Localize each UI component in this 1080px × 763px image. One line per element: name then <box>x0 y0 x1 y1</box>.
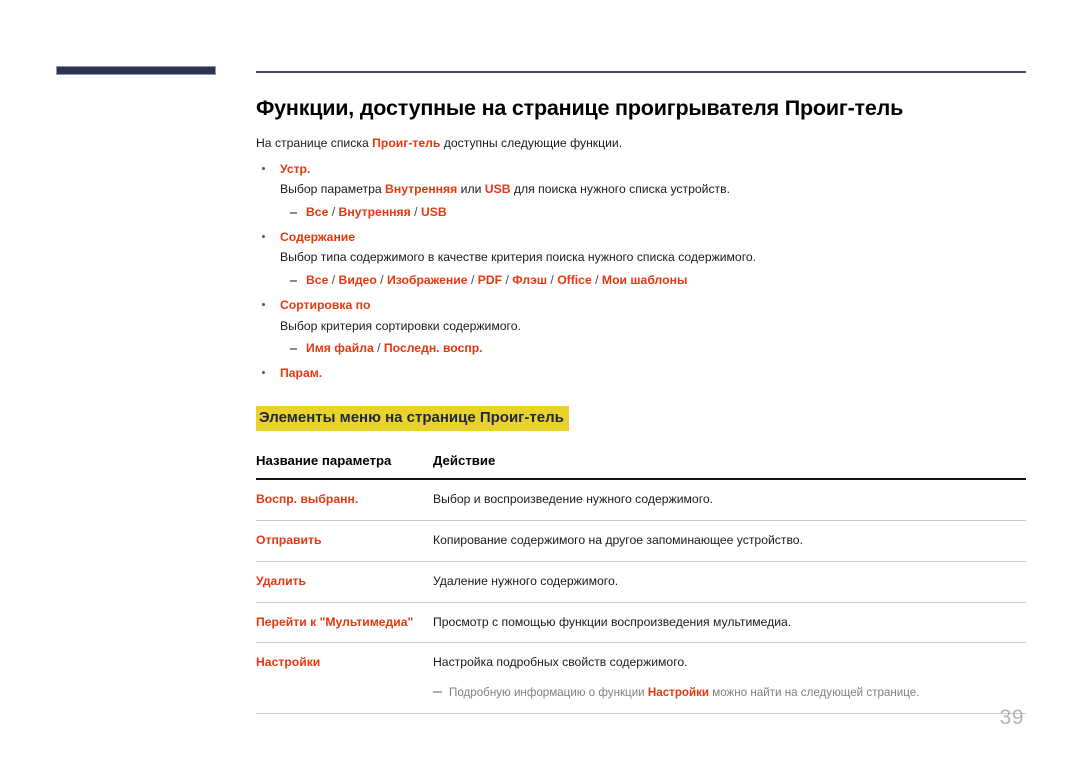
intro-text-after: доступны следующие функции. <box>440 135 623 150</box>
intro-text-before: На странице списка <box>256 135 373 150</box>
feature-name: Сортировка по <box>280 298 371 313</box>
table-cell-name: Перейти к "Мультимедиа" <box>256 602 433 644</box>
feature-name: Парам. <box>280 366 323 381</box>
list-item: Содержание Выбор типа содержимого в каче… <box>256 229 1026 289</box>
desc-highlight-2: USB <box>484 182 511 197</box>
table-cell-description: Копирование содержимого на другое запоми… <box>433 520 1026 562</box>
bullet-dot-icon <box>262 303 265 307</box>
desc-text-before: Выбор параметра <box>280 182 386 197</box>
table-header-row: Название параметра Действие <box>256 453 1026 481</box>
bullet-dot-icon <box>262 234 265 238</box>
table-row: Настройки Настройка подробных свойств со… <box>256 642 1026 714</box>
table-cell-description: Удаление нужного содержимого. <box>433 561 1026 603</box>
option-separator: / <box>547 272 558 287</box>
option-0: Имя файла <box>306 341 374 356</box>
note-highlight-term: Настройки <box>647 685 710 699</box>
menu-item-label: Удалить <box>256 573 307 588</box>
option-2: Изображение <box>386 272 468 287</box>
menu-items-table: Название параметра Действие Воспр. выбра… <box>256 453 1026 714</box>
desc-highlight-1: Внутренняя <box>385 182 458 197</box>
list-item: Устр. Выбор параметра Внутренняя или USB… <box>256 161 1026 221</box>
option-1: Видео <box>338 272 377 287</box>
page-content: Функции, доступные на странице проигрыва… <box>256 95 1026 714</box>
note-text-after: можно найти на следующей странице. <box>709 685 920 699</box>
column-header-name: Название параметра <box>256 453 433 481</box>
option-4: Флэш <box>512 272 548 287</box>
decorative-navy-bar <box>56 66 216 75</box>
feature-name: Устр. <box>280 161 311 176</box>
table-row: Отправить Копирование содержимого на дру… <box>256 520 1026 562</box>
menu-item-description: Копирование содержимого на другое запоми… <box>433 533 803 548</box>
menu-item-note: Подробную информацию о функции Настройки… <box>433 685 1026 702</box>
header-divider-rule <box>256 71 1026 73</box>
option-2: USB <box>420 204 447 219</box>
page-number: 39 <box>999 706 1024 729</box>
option-separator: / <box>376 272 387 287</box>
note-dash-icon <box>433 690 442 693</box>
dash-marker-icon <box>290 211 297 214</box>
menu-item-label: Отправить <box>256 533 322 548</box>
dash-marker-icon <box>290 279 297 282</box>
menu-item-label: Перейти к "Мультимедиа" <box>256 614 414 629</box>
table-cell-description: Настройка подробных свойств содержимого.… <box>433 642 1026 714</box>
document-page: Функции, доступные на странице проигрыва… <box>0 0 1080 763</box>
option-0: Все <box>306 272 329 287</box>
intro-paragraph: На странице списка Проиг-тель доступны с… <box>256 135 1026 153</box>
feature-list: Устр. Выбор параметра Внутренняя или USB… <box>256 161 1026 382</box>
bullet-dot-icon <box>262 166 265 170</box>
menu-item-description: Удаление нужного содержимого. <box>433 573 619 588</box>
section-heading-wrap: Элементы меню на странице Проиг-тель <box>256 405 1026 432</box>
option-separator: / <box>591 272 602 287</box>
intro-highlight-term: Проиг-тель <box>372 135 441 150</box>
dash-marker-icon <box>290 348 297 351</box>
column-header-action: Действие <box>433 453 1026 481</box>
desc-text-middle: или <box>457 182 485 197</box>
table-cell-name: Удалить <box>256 561 433 603</box>
table-cell-name: Воспр. выбранн. <box>256 479 433 522</box>
feature-options-row: Имя файла / Последн. воспр. <box>280 340 1026 357</box>
feature-name: Содержание <box>280 229 356 244</box>
menu-item-description: Выбор и воспроизведение нужного содержим… <box>433 492 714 507</box>
bullet-dot-icon <box>262 371 265 375</box>
table-cell-description: Просмотр с помощью функции воспроизведен… <box>433 602 1026 644</box>
list-item: Парам. <box>256 365 1026 381</box>
menu-item-label: Воспр. выбранн. <box>256 492 359 507</box>
menu-item-label: Настройки <box>256 655 321 670</box>
note-text-before: Подробную информацию о функции <box>449 685 648 699</box>
menu-item-description: Настройка подробных свойств содержимого. <box>433 655 688 670</box>
feature-options-row: Все / Видео / Изображение / PDF / Флэш /… <box>280 272 1026 289</box>
list-item: Сортировка по Выбор критерия сортировки … <box>256 297 1026 357</box>
table-row: Удалить Удаление нужного содержимого. <box>256 561 1026 603</box>
table-cell-description: Выбор и воспроизведение нужного содержим… <box>433 479 1026 522</box>
option-separator: / <box>502 272 513 287</box>
section-heading: Элементы меню на странице Проиг-тель <box>256 405 569 432</box>
desc-text-after: для поиска нужного списка устройств. <box>510 182 730 197</box>
option-6: Мои шаблоны <box>601 272 688 287</box>
table-cell-name: Настройки <box>256 642 433 714</box>
option-separator: / <box>373 341 384 356</box>
option-5: Office <box>557 272 592 287</box>
feature-description: Выбор критерия сортировки содержимого. <box>280 318 521 333</box>
option-separator: / <box>410 204 421 219</box>
table-row: Воспр. выбранн. Выбор и воспроизведение … <box>256 479 1026 522</box>
feature-description: Выбор параметра Внутренняя или USB для п… <box>280 181 1026 199</box>
feature-options-row: Все / Внутренняя / USB <box>280 204 1026 221</box>
option-0: Все <box>306 204 329 219</box>
table-cell-name: Отправить <box>256 520 433 562</box>
table-row: Перейти к "Мультимедиа" Просмотр с помощ… <box>256 602 1026 644</box>
option-1: Внутренняя <box>338 204 411 219</box>
option-3: PDF <box>477 272 503 287</box>
feature-description: Выбор типа содержимого в качестве критер… <box>280 250 757 265</box>
option-separator: / <box>328 204 339 219</box>
menu-item-description: Просмотр с помощью функции воспроизведен… <box>433 614 792 629</box>
option-1: Последн. воспр. <box>383 341 483 356</box>
option-separator: / <box>467 272 478 287</box>
option-separator: / <box>328 272 339 287</box>
page-title: Функции, доступные на странице проигрыва… <box>256 96 904 120</box>
